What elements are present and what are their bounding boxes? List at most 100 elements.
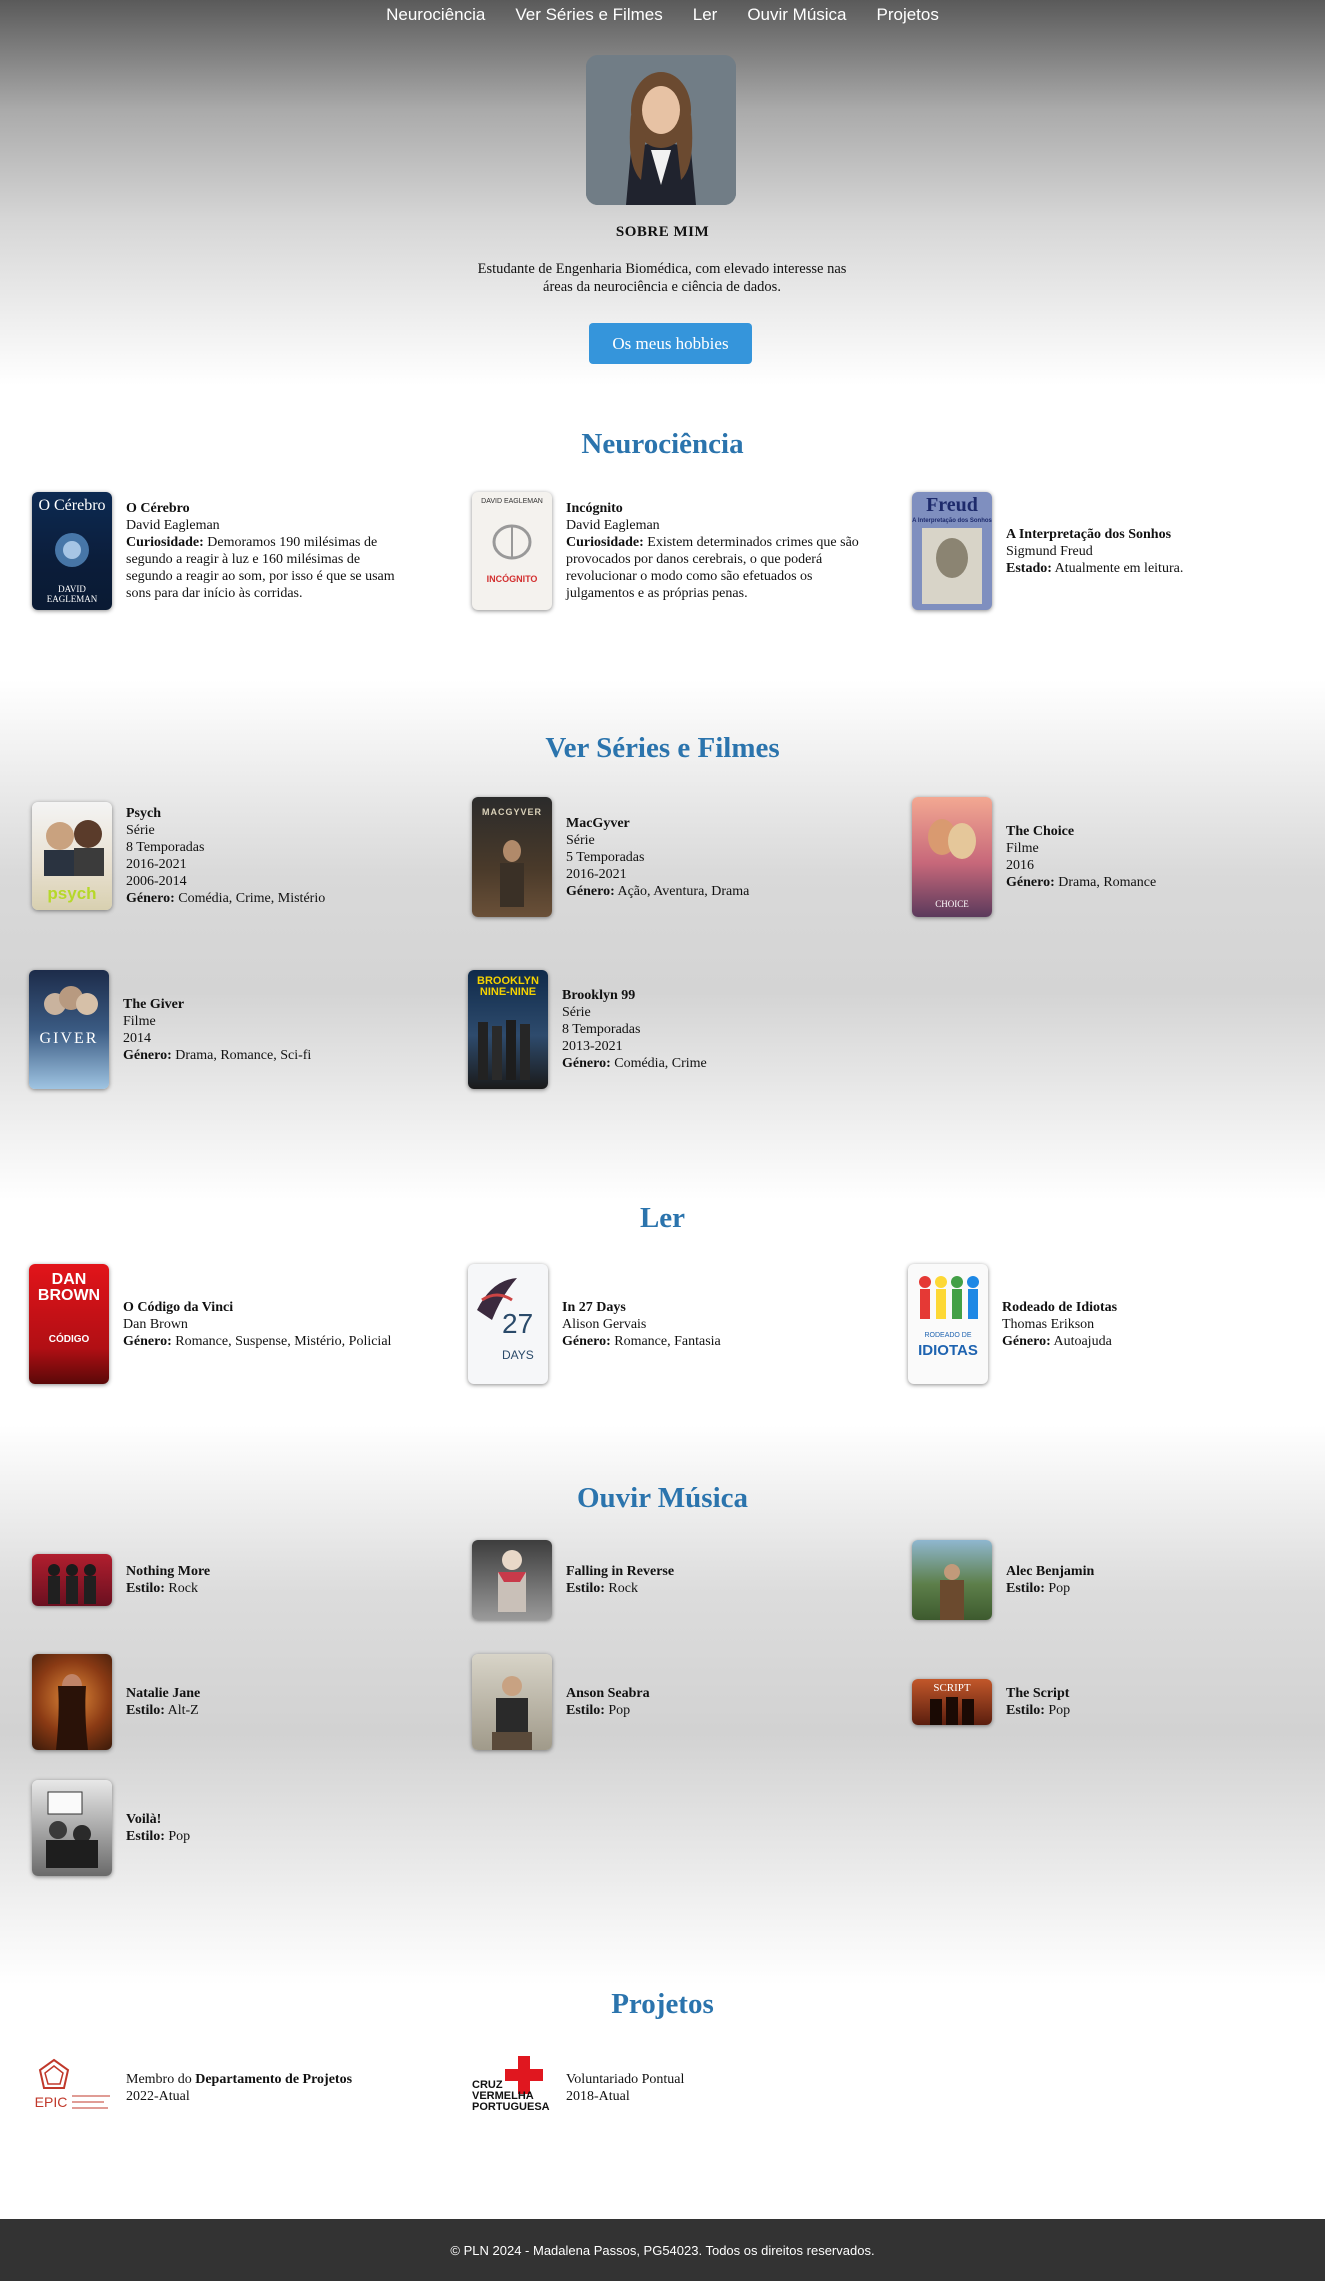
genre-text: Comédia, Crime [614,1056,707,1071]
book-info: A Interpretação dos Sonhos Sigmund Freud… [1006,526,1183,577]
book-author: David Eagleman [126,518,220,533]
series-cover: GIVER [29,970,109,1089]
book-author: Alison Gervais [562,1316,647,1332]
artist-name: Alec Benjamin [1006,1564,1095,1579]
section-title-musica: Ouvir Música [576,1482,749,1514]
style-text: Pop [608,1703,631,1718]
artist-photo [32,1780,112,1876]
genre-label: Género: [123,1047,172,1063]
artist-photo [472,1540,552,1620]
book-info: O Cérebro David Eagleman Curiosidade: De… [126,500,401,602]
top-nav: Neurociência Ver Séries e Filmes Ler Ouv… [0,0,1325,30]
nav-link-ler[interactable]: Ler [693,5,718,25]
about-title: SOBRE MIM [615,224,710,240]
genre-text: Drama, Romance [1058,875,1157,890]
profile-photo [586,55,736,205]
project-info: Voluntariado Pontual 2018-Atual [566,2071,684,2105]
series-info: MacGyver Série 5 Temporadas 2016-2021 Gé… [566,815,749,900]
book-cover: O Cérebro DAVID EAGLEMAN [32,492,112,610]
footer-text: © PLN 2024 - Madalena Passos, PG54023. T… [450,2242,875,2258]
artist-info: Falling in Reverse Estilo: Rock [566,1563,674,1597]
series-years: 2016-2021 [126,857,187,872]
genre-label: Género: [562,1333,611,1349]
artist-name: Anson Seabra [566,1686,650,1701]
genre-label: Género: [562,1056,611,1071]
artist-photo [472,1654,552,1750]
series-years: 2014 [123,1030,151,1046]
book-cover: RODEADO DE IDIOTAS [908,1264,988,1384]
project-card: EPIC Membro do Departamento de Projetos … [32,2056,452,2120]
style-label: Estilo: [126,1829,165,1844]
series-seasons: 5 Temporadas [566,849,645,865]
status-text: Atualmente em leitura. [1054,560,1184,576]
book-title: O Código da Vinci [123,1299,234,1315]
artist-name: Voilà! [126,1812,162,1827]
book-author: David Eagleman [566,518,660,533]
section-title-series: Ver Séries e Filmes [545,732,780,764]
epic-logo: EPIC [32,2056,112,2120]
book-title: In 27 Days [562,1299,626,1315]
curiosity-label: Curiosidade: [566,535,644,550]
footer: © PLN 2024 - Madalena Passos, PG54023. T… [0,2219,1325,2281]
series-info: The Giver Filme 2014 Género: Drama, Roma… [123,996,311,1064]
series-cover: CHOICE [912,797,992,917]
style-label: Estilo: [566,1703,605,1718]
artist-card: Alec Benjamin Estilo: Pop [912,1540,1292,1620]
series-card: MACGYVER MacGyver Série 5 Temporadas 201… [472,797,872,917]
series-title: Brooklyn 99 [562,988,636,1003]
style-label: Estilo: [126,1581,165,1596]
nav-link-musica[interactable]: Ouvir Música [747,5,846,25]
genre-label: Género: [123,1333,172,1349]
style-label: Estilo: [1006,1581,1045,1596]
book-title: A Interpretação dos Sonhos [1006,526,1172,542]
about-text: Estudante de Engenharia Biomédica, com e… [477,261,847,295]
style-text: Pop [168,1829,191,1844]
section-title-projetos: Projetos [611,1988,714,2020]
series-years: 2013-2021 [562,1039,623,1054]
nav-link-neurociencia[interactable]: Neurociência [386,5,485,25]
artist-photo [32,1554,112,1606]
genre-text: Autoajuda [1053,1333,1112,1349]
hobbies-button[interactable]: Os meus hobbies [589,323,752,364]
project-role-prefix: Membro do [126,2072,196,2087]
series-cover: psych [32,802,112,910]
book-card: DAVID EAGLEMAN INCÓGNITO Incógnito David… [472,492,872,610]
book-cover: 27 DAYS [468,1264,548,1384]
series-title: MacGyver [566,815,630,831]
artist-name: Falling in Reverse [566,1564,675,1579]
series-card: GIVER The Giver Filme 2014 Género: Drama… [29,970,409,1089]
section-title-ler: Ler [639,1202,686,1234]
nav-link-series[interactable]: Ver Séries e Filmes [515,5,662,25]
series-type: Filme [123,1013,156,1029]
artist-card: Falling in Reverse Estilo: Rock [472,1540,852,1620]
series-card: psych Psych Série 8 Temporadas 2016-2021… [32,802,412,910]
artist-photo [32,1654,112,1750]
artist-photo [912,1540,992,1620]
book-card: DAN BROWN CÓDIGO O Código da Vinci Dan B… [29,1264,449,1384]
book-cover: DAN BROWN CÓDIGO [29,1264,109,1384]
genre-text: Comédia, Crime, Mistério [178,891,326,906]
section-title-neurociencia: Neurociência [581,428,744,460]
book-info: In 27 Days Alison Gervais Género: Romanc… [562,1299,721,1350]
genre-text: Ação, Aventura, Drama [617,883,750,899]
style-text: Pop [1048,1703,1071,1718]
book-info: Incógnito David Eagleman Curiosidade: Ex… [566,500,866,602]
book-card: Freud A Interpretação dos Sonhos A Inter… [912,492,1312,610]
style-label: Estilo: [1006,1703,1045,1718]
series-title: The Choice [1006,824,1075,839]
book-author: Sigmund Freud [1006,543,1093,559]
nav-link-projetos[interactable]: Projetos [877,5,939,25]
series-card: CHOICE The Choice Filme 2016 Género: Dra… [912,797,1312,917]
book-card: O Cérebro DAVID EAGLEMAN O Cérebro David… [32,492,412,610]
series-type: Série [562,1005,591,1020]
artist-card: Natalie Jane Estilo: Alt-Z [32,1654,412,1750]
book-cover: DAVID EAGLEMAN INCÓGNITO [472,492,552,610]
book-card: RODEADO DE IDIOTAS Rodeado de Idiotas Th… [908,1264,1308,1384]
book-title: Rodeado de Idiotas [1002,1299,1118,1315]
series-cover: BROOKLYN NINE-NINE [468,970,548,1089]
artist-card: Voilà! Estilo: Pop [32,1780,412,1876]
series-years: 2016-2021 [566,866,627,882]
style-label: Estilo: [566,1581,605,1596]
book-title: O Cérebro [126,501,190,516]
artist-info: The Script Estilo: Pop [1006,1685,1070,1719]
